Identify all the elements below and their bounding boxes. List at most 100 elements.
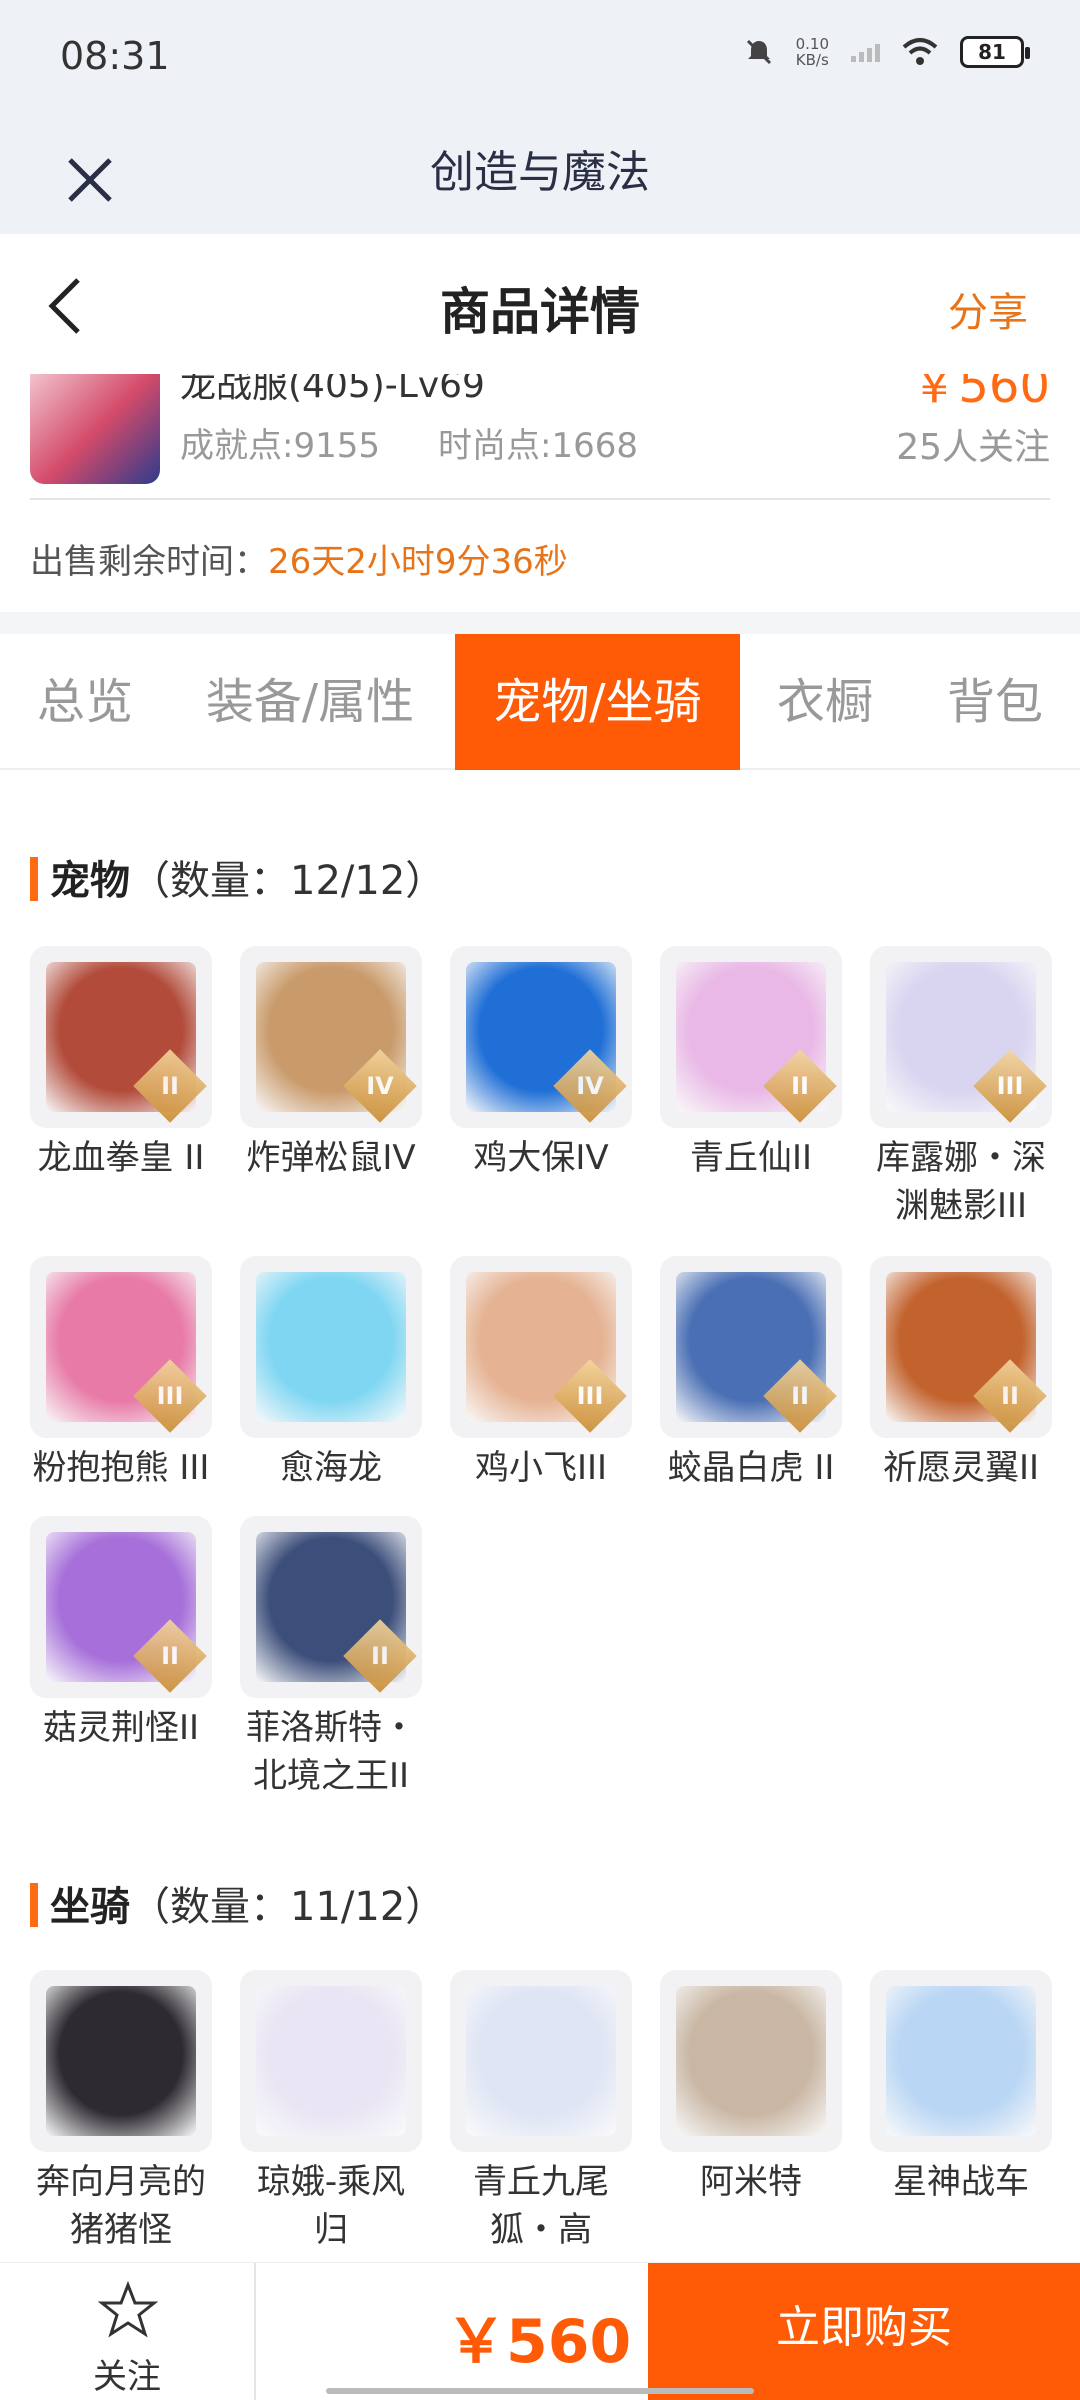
page-title: 商品详情: [440, 283, 640, 341]
mount-item[interactable]: 阿米特: [660, 1970, 842, 2206]
pet-thumbnail: II: [240, 1516, 422, 1698]
pet-item[interactable]: III 库露娜・深渊魅影III: [870, 946, 1052, 1230]
pet-name: 祈愿灵翼II: [882, 1448, 1040, 1488]
tab-pets-mounts[interactable]: 宠物/坐骑: [455, 634, 740, 770]
pet-item[interactable]: IV 炸弹松鼠IV: [240, 946, 422, 1182]
mount-name: 星神战车: [893, 2162, 1029, 2202]
pet-name: 粉抱抱熊 III: [32, 1448, 210, 1488]
mount-image: [256, 1986, 406, 2136]
server-level: 龙战服(405)-Lv69: [180, 374, 485, 406]
pet-thumbnail: IV: [240, 946, 422, 1128]
pet-name: 龙血拳皇 II: [37, 1138, 205, 1178]
pet-item[interactable]: II 蛟晶白虎 II: [660, 1256, 842, 1492]
mount-name: 琼娥-乘风归: [256, 2162, 406, 2250]
home-indicator: [326, 2388, 754, 2394]
net-speed-value: 0.10: [795, 35, 829, 53]
rank-badge-icon: II: [973, 1359, 1047, 1433]
mount-thumbnail: [660, 1970, 842, 2152]
remaining-time-label: 出售剩余时间：: [30, 542, 268, 582]
pets-title: 宠物: [50, 858, 130, 904]
rank-badge-icon: IV: [553, 1049, 627, 1123]
tab-backpack[interactable]: 背包: [920, 634, 1070, 770]
mute-bell-icon: [746, 39, 771, 65]
item-header: 龙战服(405)-Lv69 ￥560 成就点:9155 时尚点:1668 25人…: [0, 374, 1080, 614]
pet-name: 蛟晶白虎 II: [667, 1448, 835, 1488]
pet-thumbnail: II: [30, 1516, 212, 1698]
pet-item[interactable]: II 祈愿灵翼II: [870, 1256, 1052, 1492]
mount-name: 奔向月亮的猪猪怪: [36, 2162, 206, 2250]
mounts-title: 坐骑: [50, 1884, 130, 1930]
remaining-time: 出售剩余时间：26天2小时9分36秒: [30, 534, 568, 583]
pet-item[interactable]: II 菲洛斯特・北境之王II: [240, 1516, 422, 1800]
divider: [30, 498, 1050, 500]
net-speed-unit: KB/s: [795, 51, 829, 69]
mount-item[interactable]: 琼娥-乘风归: [240, 1970, 422, 2254]
pets-section-title: 宠物（数量：12/12）: [30, 848, 445, 906]
fashion-points: 时尚点:1668: [437, 426, 638, 466]
status-icons: 0.10 KB/s 81: [744, 35, 1030, 69]
rank-badge-icon: III: [553, 1359, 627, 1433]
pet-thumbnail: II: [870, 1256, 1052, 1438]
wifi-icon: [902, 38, 938, 65]
pet-item[interactable]: II 青丘仙II: [660, 946, 842, 1182]
follow-label: 关注: [93, 2357, 161, 2397]
mount-image: [886, 1986, 1036, 2136]
pet-thumbnail: IV: [450, 946, 632, 1128]
price-top: ￥560: [910, 374, 1050, 414]
pet-item[interactable]: III 粉抱抱熊 III: [30, 1256, 212, 1492]
follow-button[interactable]: 关注: [0, 2263, 256, 2400]
mounts-section-title: 坐骑（数量：11/12）: [30, 1874, 445, 1932]
character-avatar: [30, 374, 160, 484]
rank-badge-label: II: [791, 1072, 809, 1100]
pet-thumbnail: III: [450, 1256, 632, 1438]
mount-image: [46, 1986, 196, 2136]
rank-badge-icon: II: [763, 1049, 837, 1123]
pet-name: 炸弹松鼠IV: [246, 1138, 416, 1178]
pet-item[interactable]: II 龙血拳皇 II: [30, 946, 212, 1182]
signal-icon: [851, 42, 880, 62]
rank-badge-icon: III: [133, 1359, 207, 1433]
pet-name: 愈海龙: [280, 1448, 382, 1488]
followers-count: 25人关注: [896, 427, 1050, 468]
pet-name: 菇灵荆怪II: [42, 1708, 200, 1748]
pet-thumbnail: III: [870, 946, 1052, 1128]
mounts-count: （数量：11/12）: [130, 1884, 446, 1930]
app-title: 创造与魔法: [430, 147, 650, 198]
rank-badge-icon: II: [133, 1049, 207, 1123]
pet-item[interactable]: III 鸡小飞III: [450, 1256, 632, 1492]
mount-thumbnail: [30, 1970, 212, 2152]
remaining-time-value: 26天2小时9分36秒: [268, 542, 568, 582]
rank-badge-label: II: [791, 1382, 809, 1410]
rank-badge-icon: II: [343, 1619, 417, 1693]
share-button[interactable]: 分享: [948, 280, 1028, 338]
mount-thumbnail: [870, 1970, 1052, 2152]
pet-name: 鸡小飞III: [474, 1448, 608, 1488]
rank-badge-icon: IV: [343, 1049, 417, 1123]
rank-badge-label: IV: [576, 1072, 604, 1100]
tab-wardrobe[interactable]: 衣橱: [755, 634, 895, 770]
status-time: 08:31: [60, 34, 170, 78]
pet-item[interactable]: 愈海龙: [240, 1256, 422, 1492]
mount-item[interactable]: 青丘九尾狐・高: [450, 1970, 632, 2254]
mount-item[interactable]: 星神战车: [870, 1970, 1052, 2206]
mount-image: [676, 1986, 826, 2136]
mount-name: 阿米特: [700, 2162, 802, 2202]
battery-icon: 81: [960, 36, 1030, 68]
section-gap: [0, 612, 1080, 634]
tab-equipment[interactable]: 装备/属性: [180, 634, 440, 770]
status-bar: 08:31 0.10 KB/s 81: [0, 0, 1080, 116]
star-icon: [98, 2281, 158, 2338]
pet-item[interactable]: IV 鸡大保IV: [450, 946, 632, 1182]
buy-now-button[interactable]: 立即购买: [648, 2263, 1080, 2400]
rank-badge-label: III: [996, 1072, 1024, 1100]
pet-name: 库露娜・深渊魅影III: [876, 1138, 1046, 1226]
pet-name: 鸡大保IV: [473, 1138, 609, 1178]
pet-item[interactable]: II 菇灵荆怪II: [30, 1516, 212, 1752]
tab-overview[interactable]: 总览: [0, 634, 170, 770]
mount-item[interactable]: 奔向月亮的猪猪怪: [30, 1970, 212, 2254]
rank-badge-icon: III: [973, 1049, 1047, 1123]
section-bar: [30, 857, 38, 901]
pet-name: 菲洛斯特・北境之王II: [246, 1708, 416, 1796]
app-bar: 创造与魔法: [0, 116, 1080, 234]
pet-thumbnail: III: [30, 1256, 212, 1438]
